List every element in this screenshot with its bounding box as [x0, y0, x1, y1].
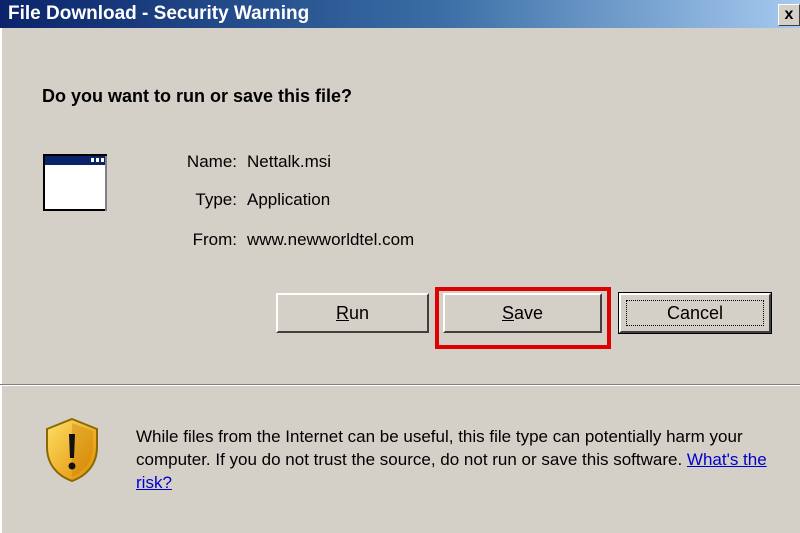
name-value: Nettalk.msi — [247, 152, 332, 171]
warning-text: While files from the Internet can be use… — [136, 427, 743, 469]
type-label: Type: — [195, 190, 237, 209]
separator — [0, 384, 800, 386]
security-warning-dialog: File Download - Security Warning x Do yo… — [0, 0, 800, 533]
run-button[interactable]: Run — [276, 293, 429, 333]
close-button[interactable]: x — [778, 4, 800, 26]
type-value: Application — [247, 190, 331, 209]
dialog-left-edge — [0, 28, 2, 533]
name-label: Name: — [186, 152, 237, 171]
run-button-label: Run — [335, 302, 370, 323]
window-title: File Download - Security Warning — [8, 3, 310, 24]
save-button-highlight — [435, 287, 611, 349]
from-label: From: — [192, 230, 237, 249]
security-shield-icon — [46, 417, 98, 483]
title-bar[interactable]: File Download - Security Warning x — [0, 0, 800, 28]
prompt-question: Do you want to run or save this file? — [42, 86, 353, 106]
warning-message: While files from the Internet can be use… — [136, 425, 786, 494]
from-value: www.newworldtel.com — [247, 230, 415, 249]
cancel-button-label: Cancel — [666, 302, 724, 323]
cancel-button[interactable]: Cancel — [618, 292, 772, 334]
